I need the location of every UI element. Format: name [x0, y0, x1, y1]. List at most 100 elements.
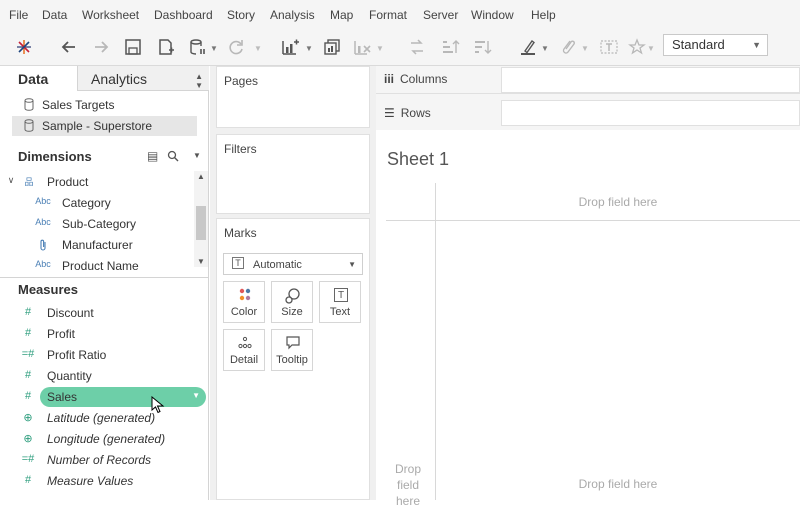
drop-field-top[interactable]: Drop field here — [436, 195, 800, 209]
clear-sheet-icon[interactable] — [351, 36, 373, 58]
measure-field[interactable]: # Quantity — [0, 366, 196, 386]
marks-title: Marks — [224, 226, 257, 240]
dimension-group-product[interactable]: ∨ 品 Product — [0, 172, 196, 192]
globe-icon: ⊕ — [23, 412, 33, 424]
menu-analysis[interactable]: Analysis — [270, 8, 315, 22]
measure-field[interactable]: ⊕ Latitude (generated) — [0, 408, 196, 428]
menu-window[interactable]: Window — [471, 8, 514, 22]
field-label: Sales — [47, 390, 78, 404]
save-icon[interactable] — [122, 36, 144, 58]
highlight-caret[interactable]: ▼ — [541, 44, 549, 53]
duplicate-sheet-icon[interactable] — [321, 36, 343, 58]
measure-field[interactable]: ⊕ Longitude (generated) — [0, 429, 196, 449]
refresh-dropdown-caret[interactable]: ▼ — [254, 44, 262, 53]
text-button[interactable]: T Text — [319, 281, 361, 323]
group-caret[interactable]: ▼ — [581, 44, 589, 53]
drop-field-left[interactable]: Drop field here — [388, 461, 428, 509]
detail-icon — [238, 336, 252, 349]
highlight-icon[interactable] — [517, 36, 539, 58]
pause-updates-icon[interactable] — [186, 36, 208, 58]
color-palette-icon — [239, 288, 251, 301]
field-label: Number of Records — [47, 453, 152, 467]
tab-analytics[interactable]: Analytics ▲ ▼ — [77, 66, 209, 91]
columns-icon: iii — [384, 72, 395, 86]
columns-drop-zone[interactable] — [501, 67, 800, 93]
chevron-down-icon: ▼ — [348, 260, 356, 269]
measure-field-sales[interactable]: # Sales — [0, 387, 196, 407]
menu-bar: File Data Worksheet Dashboard Story Anal… — [0, 0, 800, 28]
dimension-field[interactable]: Abc Product Name — [0, 256, 196, 276]
menu-file[interactable]: File — [9, 8, 28, 22]
menu-data[interactable]: Data — [42, 8, 67, 22]
chevron-down-icon[interactable]: ∨ — [2, 175, 20, 186]
dimension-field[interactable]: Manufacturer — [0, 235, 196, 255]
field-label: Quantity — [47, 369, 92, 383]
field-label: Latitude (generated) — [47, 411, 156, 425]
globe-icon: ⊕ — [23, 433, 33, 445]
fit-select-value: Standard — [672, 37, 725, 52]
menu-format[interactable]: Format — [369, 8, 407, 22]
filters-card[interactable]: Filters — [216, 134, 370, 214]
rows-drop-zone[interactable] — [501, 100, 800, 126]
swap-icon[interactable] — [406, 36, 428, 58]
sheet-title[interactable]: Sheet 1 — [387, 149, 449, 170]
size-button[interactable]: Size — [271, 281, 313, 323]
tableau-logo-icon[interactable] — [13, 36, 35, 58]
color-button[interactable]: Color — [223, 281, 265, 323]
hash-icon: # — [24, 306, 32, 318]
group-icon[interactable] — [557, 36, 579, 58]
menu-server[interactable]: Server — [423, 8, 458, 22]
menu-dashboard[interactable]: Dashboard — [154, 8, 213, 22]
data-source-superstore[interactable]: Sample - Superstore — [12, 116, 197, 136]
chevron-up-icon[interactable]: ▲ — [197, 172, 205, 181]
pane-menu-icon[interactable]: ▲ ▼ — [195, 72, 203, 90]
menu-map[interactable]: Map — [330, 8, 353, 22]
database-icon — [24, 119, 34, 132]
pin-icon[interactable] — [626, 36, 648, 58]
menu-worksheet[interactable]: Worksheet — [82, 8, 139, 22]
sort-asc-icon[interactable] — [439, 36, 461, 58]
measure-field[interactable]: # Profit — [0, 324, 196, 344]
data-source-sales-targets[interactable]: Sales Targets — [12, 95, 197, 115]
chevron-down-icon[interactable]: ▼ — [197, 257, 205, 266]
tab-data[interactable]: Data — [0, 66, 76, 91]
dimensions-menu-icon[interactable]: ▼ — [193, 151, 201, 160]
sort-desc-icon[interactable] — [471, 36, 493, 58]
measure-field[interactable]: # Discount — [0, 303, 196, 323]
pane-divider — [0, 277, 209, 278]
pause-dropdown-caret[interactable]: ▼ — [210, 44, 218, 53]
new-worksheet-icon[interactable] — [279, 36, 301, 58]
measure-field[interactable]: =# Number of Records — [0, 450, 196, 470]
hash-icon: # — [24, 390, 32, 402]
menu-help[interactable]: Help — [531, 8, 556, 22]
refresh-icon[interactable] — [225, 36, 247, 58]
drop-field-bottom[interactable]: Drop field here — [436, 477, 800, 491]
menu-story[interactable]: Story — [227, 8, 255, 22]
database-icon — [24, 98, 34, 111]
undo-icon[interactable] — [58, 36, 80, 58]
chevron-down-icon: ▼ — [752, 40, 761, 50]
dimension-field[interactable]: Abc Sub-Category — [0, 214, 196, 234]
view-data-icon[interactable]: ▤ — [147, 149, 158, 163]
measure-field[interactable]: =# Profit Ratio — [0, 345, 196, 365]
hierarchy-icon: 品 — [24, 177, 34, 187]
detail-button[interactable]: Detail — [223, 329, 265, 371]
dimension-field[interactable]: Abc Category — [0, 193, 196, 213]
label-icon[interactable] — [598, 36, 620, 58]
mark-type-dropdown[interactable]: T Automatic ▼ — [223, 253, 363, 275]
field-label: Manufacturer — [62, 238, 133, 252]
pages-title: Pages — [224, 74, 259, 88]
search-icon[interactable] — [167, 150, 179, 162]
tooltip-button[interactable]: Tooltip — [271, 329, 313, 371]
clear-sheet-caret[interactable]: ▼ — [376, 44, 384, 53]
pages-card[interactable]: Pages — [216, 66, 370, 128]
canvas-horizontal-divider — [386, 220, 800, 221]
scrollbar-thumb[interactable] — [196, 206, 206, 240]
fit-select[interactable]: Standard ▼ — [663, 34, 768, 56]
new-worksheet-caret[interactable]: ▼ — [305, 44, 313, 53]
pin-caret[interactable]: ▼ — [647, 44, 655, 53]
measure-field[interactable]: # Measure Values — [0, 471, 196, 491]
redo-icon[interactable] — [90, 36, 112, 58]
new-data-source-icon[interactable] — [155, 36, 177, 58]
rows-shelf-label: ☰ Rows — [384, 106, 431, 120]
